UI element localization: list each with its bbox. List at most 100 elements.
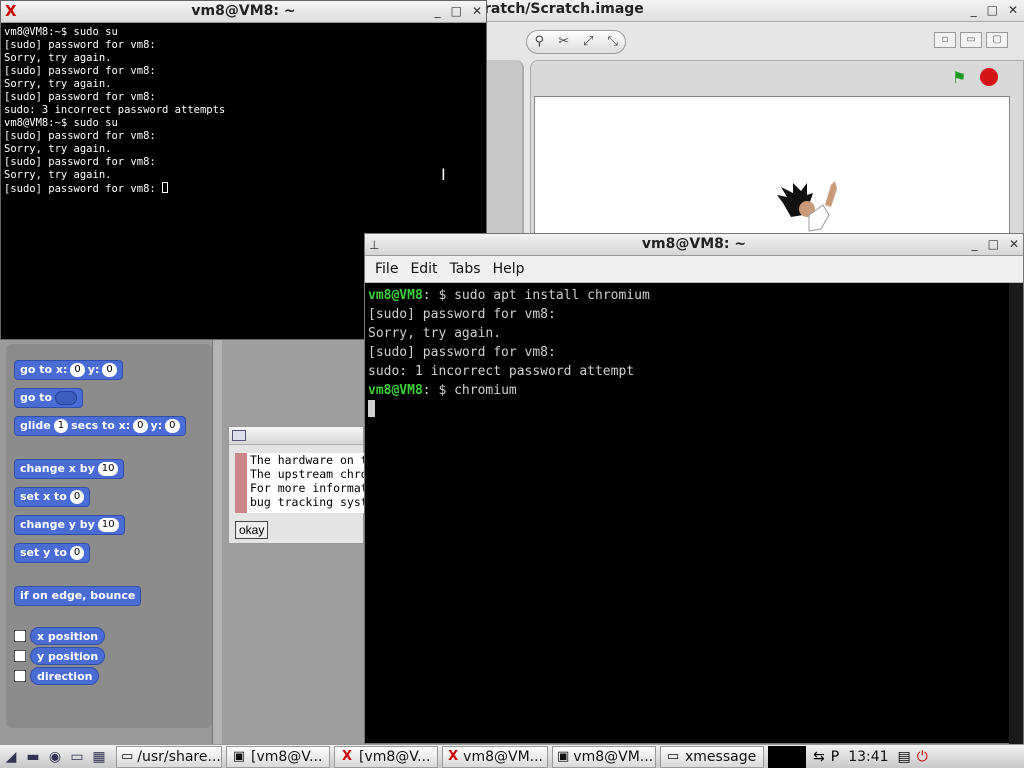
green-flag-icon[interactable]: ⚑ bbox=[952, 68, 972, 87]
terminal-icon: ▣ bbox=[232, 748, 246, 764]
clock[interactable]: 13:41 bbox=[848, 749, 888, 765]
close-icon[interactable]: ✕ bbox=[472, 4, 482, 18]
value-input[interactable]: 0 bbox=[69, 546, 85, 560]
block-label: change x by bbox=[20, 462, 95, 475]
set-x-block[interactable]: set x to 0 bbox=[14, 487, 91, 507]
xterm-line: Sorry, try again. bbox=[4, 143, 112, 155]
value-input[interactable]: 0 bbox=[69, 490, 85, 504]
bounce-block[interactable]: if on edge, bounce bbox=[14, 586, 142, 606]
close-icon[interactable]: ✕ bbox=[1009, 237, 1019, 251]
terminal-output[interactable]: vm8@VM8: $ sudo apt install chromium [sud… bbox=[368, 286, 650, 420]
xterm-line: [sudo] password for vm8: bbox=[4, 156, 156, 168]
set-y-block[interactable]: set y to 0 bbox=[14, 543, 91, 563]
command-text: chromium bbox=[454, 383, 517, 398]
close-icon[interactable]: ✕ bbox=[1008, 3, 1018, 17]
x-input[interactable]: 0 bbox=[133, 419, 148, 433]
xterm-line: sudo: 3 incorrect password attempts bbox=[4, 104, 226, 116]
value-input[interactable]: 10 bbox=[97, 462, 119, 476]
go-to-block[interactable]: go to bbox=[14, 388, 84, 408]
task-file-manager[interactable]: ▭ /usr/share... bbox=[116, 745, 222, 768]
lock-screen-icon[interactable]: ▤ bbox=[898, 749, 911, 765]
x-logo-icon: X bbox=[448, 748, 459, 764]
task-label: [vm8@V... bbox=[359, 748, 431, 765]
stop-icon[interactable] bbox=[980, 68, 998, 86]
ibeam-cursor-icon: I bbox=[441, 165, 446, 184]
go-to-xy-block[interactable]: go to x: 0 y: 0 bbox=[14, 360, 123, 380]
menu-help[interactable]: Help bbox=[487, 261, 531, 277]
minimize-icon[interactable]: _ bbox=[971, 3, 977, 17]
maximize-icon[interactable]: □ bbox=[988, 237, 999, 251]
text-cursor bbox=[368, 400, 375, 417]
change-x-block[interactable]: change x by 10 bbox=[14, 459, 125, 479]
presentation-icon[interactable]: ▢ bbox=[986, 32, 1008, 48]
xterm-line: [sudo] password for vm8: bbox=[4, 91, 156, 103]
terminal-scrollbar[interactable] bbox=[1009, 283, 1023, 744]
x-input[interactable]: 0 bbox=[70, 363, 85, 377]
x-position-reporter[interactable]: x position bbox=[30, 627, 106, 645]
network-icon[interactable]: ⇆ bbox=[813, 749, 825, 765]
terminal-window: ⊥ vm8@VM8: ~ _ □ ✕ File Edit Tabs Help v… bbox=[364, 233, 1024, 744]
duplicate-icon[interactable]: ⚲ bbox=[530, 33, 548, 51]
value-input[interactable]: 10 bbox=[97, 518, 119, 532]
scratch-titlebar[interactable]: ratch/Scratch.image _ □ ✕ bbox=[484, 0, 1024, 22]
stage[interactable] bbox=[534, 96, 1010, 246]
task-xterm-2[interactable]: X vm8@VM... bbox=[442, 745, 548, 768]
taskbar: ◢ ▬ ◉ ▭ ▦ ▭ /usr/share... ▣ [vm8@V... X … bbox=[0, 744, 1024, 768]
terminal-menubar: File Edit Tabs Help bbox=[365, 256, 1023, 283]
scratch-tabs-area bbox=[486, 60, 524, 240]
task-terminal-2[interactable]: ▣ vm8@VM... bbox=[552, 745, 656, 768]
xterm-output[interactable]: vm8@VM8:~$ sudo su [sudo] password for vm… bbox=[4, 26, 225, 196]
xterm-line: [sudo] password for vm8: bbox=[4, 65, 156, 77]
power-icon[interactable]: ⏻ bbox=[917, 749, 928, 765]
secs-input[interactable]: 1 bbox=[53, 419, 69, 433]
output-line: [sudo] password for vm8: bbox=[368, 345, 556, 360]
file-manager-icon[interactable]: ▬ bbox=[22, 746, 44, 768]
start-menu-icon[interactable]: ◢ bbox=[0, 746, 22, 768]
xmessage-text: The hardware on t The upstream chro For … bbox=[235, 453, 365, 513]
task-xterm-1[interactable]: X [vm8@V... bbox=[334, 745, 438, 768]
minimize-icon[interactable]: _ bbox=[972, 237, 978, 251]
prompt-user: vm8@VM8 bbox=[368, 288, 423, 303]
xterm-titlebar[interactable]: X vm8@VM8: ~ _ □ ✕ bbox=[1, 1, 486, 23]
sprite-image[interactable] bbox=[773, 175, 843, 235]
glide-block[interactable]: glide 1 secs to x: 0 y: 0 bbox=[14, 416, 186, 436]
package-updates-icon[interactable]: P bbox=[831, 749, 839, 765]
browser-icon[interactable]: ◉ bbox=[44, 746, 66, 768]
show-desktop-icon[interactable]: ▭ bbox=[66, 746, 88, 768]
y-input[interactable]: 0 bbox=[102, 363, 117, 377]
task-xmessage[interactable]: ▭ xmessage bbox=[660, 745, 764, 768]
menu-file[interactable]: File bbox=[369, 261, 404, 277]
maximize-icon[interactable]: □ bbox=[987, 3, 998, 17]
output-line: Sorry, try again. bbox=[368, 326, 502, 341]
delete-icon[interactable]: ✂ bbox=[555, 33, 573, 51]
y-input[interactable]: 0 bbox=[165, 419, 180, 433]
xterm-line: Sorry, try again. bbox=[4, 52, 112, 64]
menu-edit[interactable]: Edit bbox=[404, 261, 443, 277]
y-position-checkbox[interactable] bbox=[14, 650, 26, 662]
okay-button[interactable]: okay bbox=[235, 521, 269, 539]
palette-scrollbar[interactable] bbox=[212, 340, 222, 744]
workspace-icon[interactable]: ▦ bbox=[88, 746, 110, 768]
grow-icon[interactable]: ⤢ bbox=[579, 33, 597, 51]
small-stage-icon[interactable]: ▫ bbox=[934, 32, 956, 48]
maximize-icon[interactable]: □ bbox=[451, 4, 462, 18]
menu-tabs[interactable]: Tabs bbox=[444, 261, 487, 277]
minimize-icon[interactable]: _ bbox=[435, 4, 441, 18]
direction-checkbox[interactable] bbox=[14, 670, 26, 682]
y-position-reporter[interactable]: y position bbox=[30, 647, 106, 665]
xmessage-titlebar[interactable] bbox=[229, 427, 363, 445]
shrink-icon[interactable]: ⤡ bbox=[604, 33, 622, 51]
x-position-checkbox[interactable] bbox=[14, 630, 26, 642]
block-label: secs to x: bbox=[71, 419, 131, 432]
normal-stage-icon[interactable]: ▭ bbox=[960, 32, 982, 48]
task-terminal-1[interactable]: ▣ [vm8@V... bbox=[226, 745, 330, 768]
direction-reporter[interactable]: direction bbox=[30, 667, 100, 685]
target-dropdown[interactable] bbox=[55, 391, 78, 405]
block-label: set x to bbox=[20, 490, 67, 503]
system-tray bbox=[768, 745, 806, 768]
xterm-line: [sudo] password for vm8: bbox=[4, 130, 156, 142]
change-y-block[interactable]: change y by 10 bbox=[14, 515, 125, 535]
folder-icon: ▭ bbox=[121, 748, 134, 764]
terminal-titlebar[interactable]: ⊥ vm8@VM8: ~ _ □ ✕ bbox=[365, 234, 1023, 256]
xterm-line: vm8@VM8:~$ sudo su bbox=[4, 26, 118, 38]
